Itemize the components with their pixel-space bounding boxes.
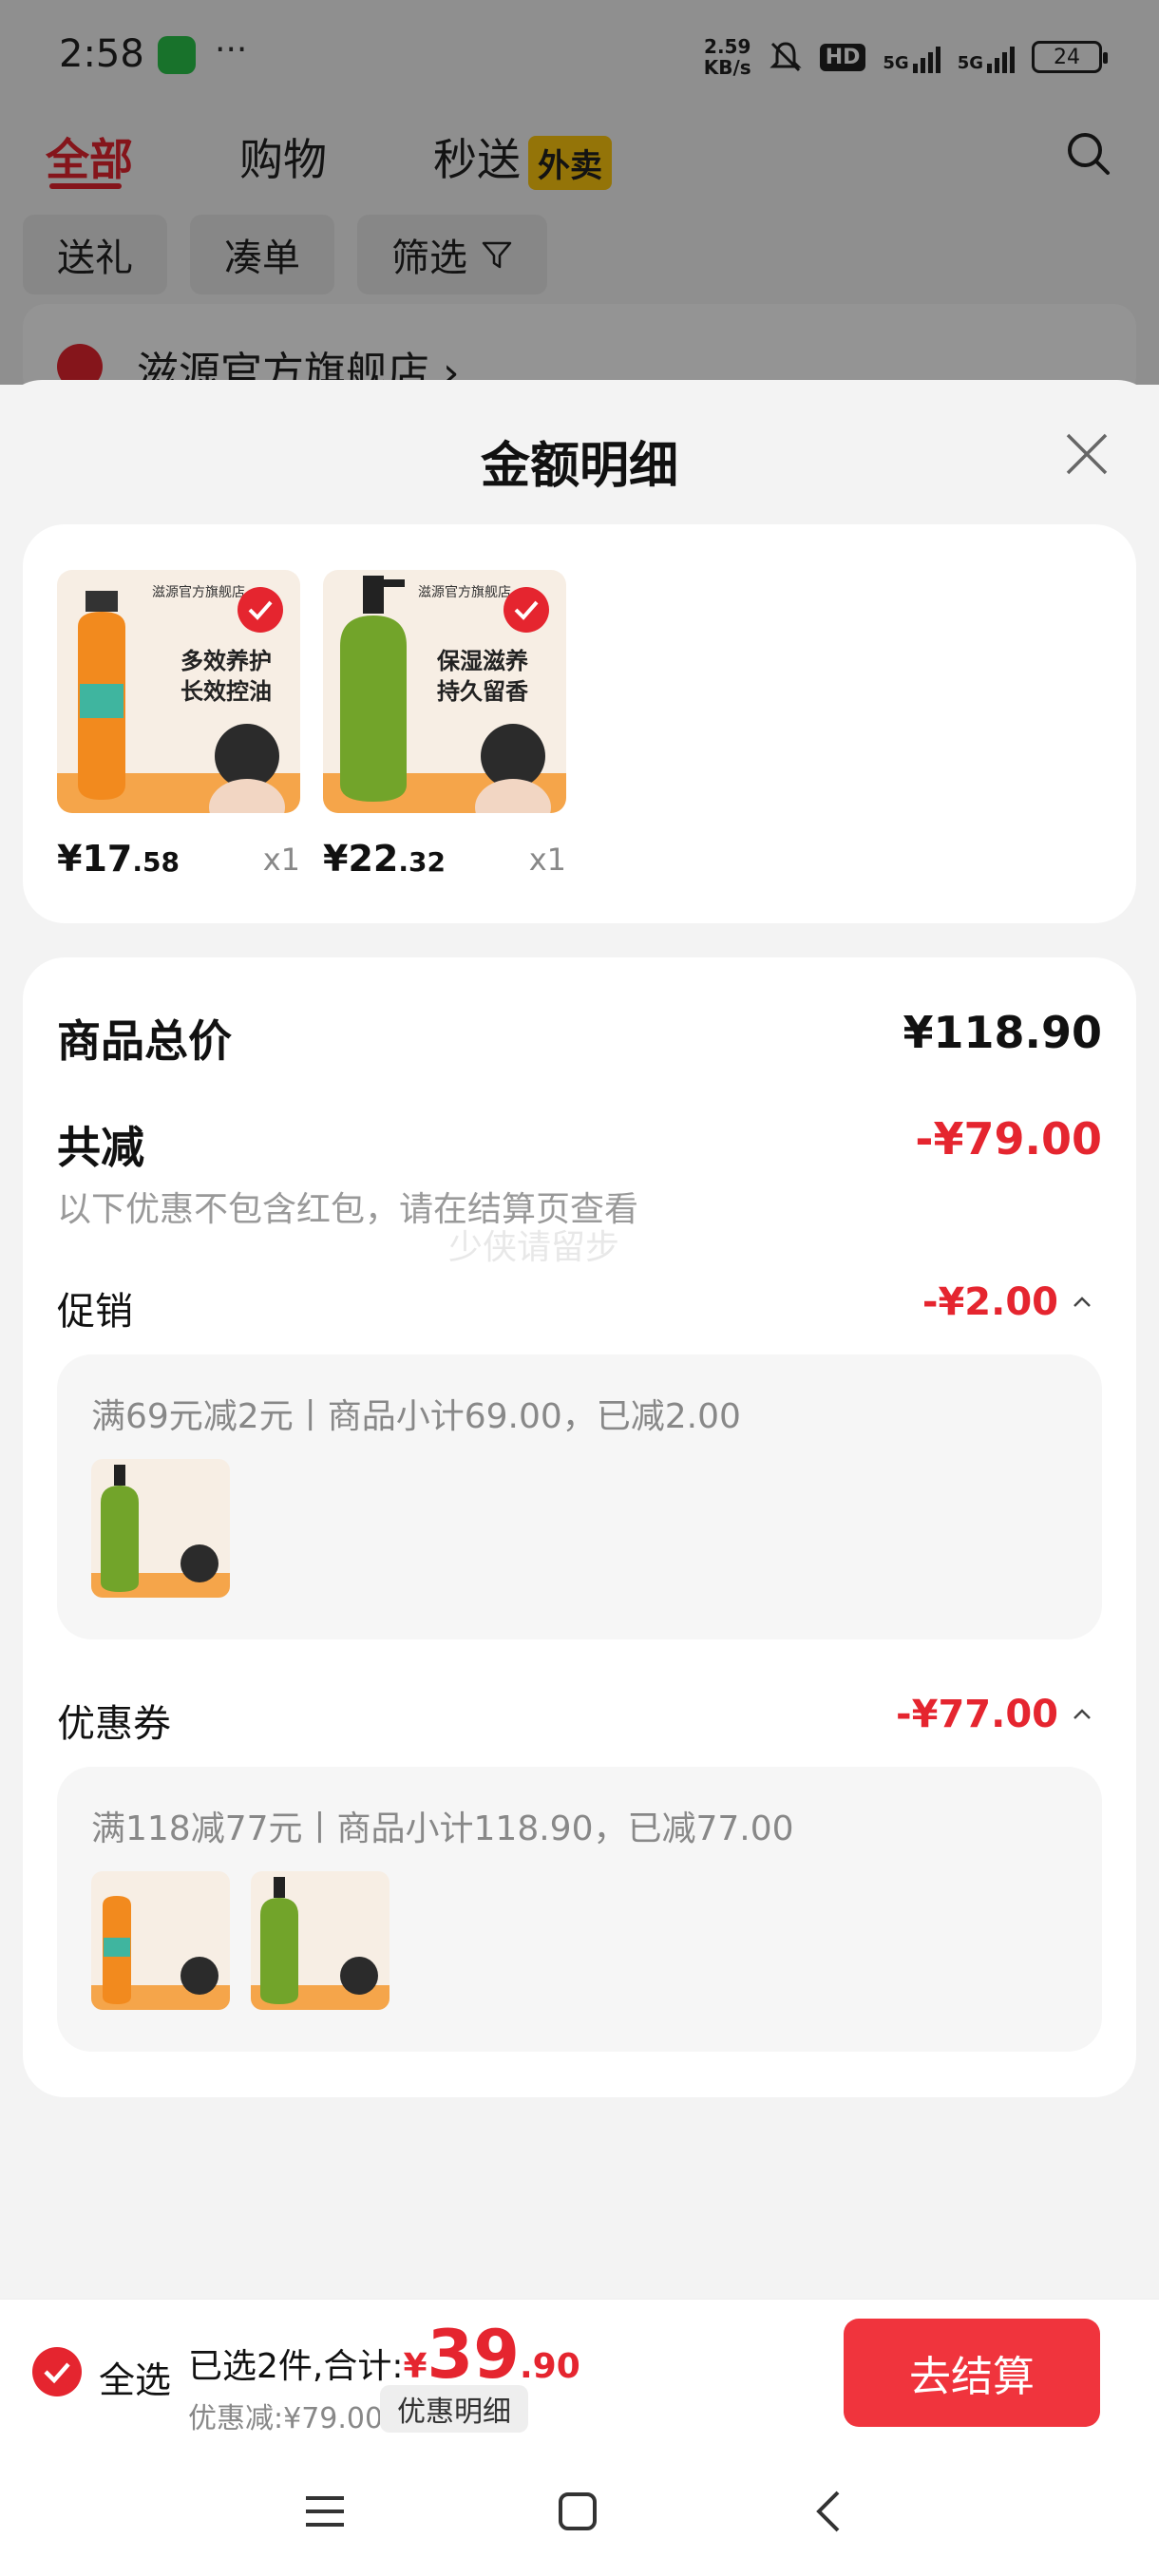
check-icon[interactable] [238,587,283,633]
select-all-label[interactable]: 全选 [99,2351,171,2403]
summary-card: 商品总价 ¥118.90 共减 -¥79.00 以下优惠不包含红包，请在结算页查… [23,957,1136,2097]
product-image[interactable]: 保湿滋养 持久留香 滋源官方旗舰店 [323,570,566,813]
promo-detail-box: 满69元减2元丨商品小计69.00，已减2.00 [57,1354,1102,1639]
back-icon[interactable] [802,2483,859,2540]
product-qty: x1 [262,842,300,878]
coupon-detail-box: 满118减77元丨商品小计118.90，已减77.00 [57,1767,1102,2052]
amount-detail-sheet: 金额明细 多效养护 长效控油 滋源官方旗舰店 ¥17.58 x1 保湿滋养 持久… [0,380,1159,2451]
product-item[interactable]: 保湿滋养 持久留香 滋源官方旗舰店 ¥22.32 x1 [323,570,566,880]
products-card: 多效养护 长效控油 滋源官方旗舰店 ¥17.58 x1 保湿滋养 持久留香 滋源… [23,524,1136,923]
total-label: 商品总价 [57,1015,232,1067]
menu-icon[interactable] [296,2483,353,2540]
select-all-check-icon[interactable] [32,2347,82,2396]
coupon-label: 优惠券 [57,1702,171,1746]
product-tagline-1: 保湿滋养 [436,648,528,674]
product-tagline-2: 长效控油 [180,678,272,705]
chevron-up-icon [1074,1709,1091,1719]
product-store: 滋源官方旗舰店 [152,585,245,600]
shampoo-green-thumb [91,1459,230,1598]
coupon-detail: 满118减77元丨商品小计118.90，已减77.00 [91,1809,794,1848]
product-price: ¥22.32 [323,838,446,880]
system-nav-bar [0,2443,1159,2576]
total-dec: .90 [519,2347,580,2386]
checkout-button[interactable]: 去结算 [844,2319,1100,2427]
price-int: ¥22 [323,838,399,880]
selected-text: 已选2件,合计: [188,2347,404,2386]
promo-product-thumb[interactable] [91,1459,230,1598]
close-icon[interactable] [1060,427,1113,481]
watermark: 少侠请留步 [448,1228,620,1267]
total-summary: 已选2件,合计: ¥ 39 .90 [188,2316,580,2394]
product-tagline-2: 持久留香 [437,678,529,705]
modal-overlay[interactable] [0,0,1159,385]
chevron-up-icon [1074,1297,1091,1307]
price-int: ¥17 [57,838,133,880]
checkout-bar: 全选 已选2件,合计: ¥ 39 .90 优惠减:¥79.00 优惠明细 去结算 [0,2299,1159,2443]
discount-text: 优惠减:¥79.00 [188,2402,384,2435]
price-dec: .58 [132,846,180,878]
promo-detail: 满69元减2元丨商品小计69.00，已减2.00 [91,1397,741,1436]
home-icon[interactable] [549,2483,606,2540]
product-image[interactable]: 多效养护 长效控油 滋源官方旗舰店 [57,570,300,813]
reduce-label: 共减 [57,1122,144,1173]
product-tagline-1: 多效养护 [180,648,272,674]
coupon-product-thumb[interactable] [251,1871,390,2010]
app-root: 2:58 ··· 2.59 KB/s HD 5G 5G 24 全部 购物 秒送 … [0,0,1159,2576]
coupon-product-thumb[interactable] [91,1871,230,2010]
total-yen: ¥ [403,2347,428,2386]
product-store: 滋源官方旗舰店 [418,585,511,600]
total-int: 39 [427,2316,520,2394]
price-dec: .32 [398,846,446,878]
reduce-value: -¥79.00 [915,1113,1102,1165]
coupon-toggle[interactable]: -¥77.00 [896,1693,1092,1736]
shampoo-orange-thumb [91,1871,230,2010]
product-qty: x1 [528,842,566,878]
check-icon[interactable] [504,587,549,633]
promo-toggle[interactable]: -¥2.00 [922,1280,1092,1324]
product-price: ¥17.58 [57,838,180,880]
sheet-title: 金额明细 [480,438,678,495]
discount-detail-button[interactable]: 优惠明细 [380,2385,528,2433]
coupon-value: -¥77.00 [896,1693,1058,1736]
promo-label: 促销 [57,1290,133,1334]
product-item[interactable]: 多效养护 长效控油 滋源官方旗舰店 ¥17.58 x1 [57,570,300,880]
promo-value: -¥2.00 [922,1280,1058,1324]
shampoo-green-thumb [251,1871,390,2010]
total-value: ¥118.90 [902,1007,1102,1058]
